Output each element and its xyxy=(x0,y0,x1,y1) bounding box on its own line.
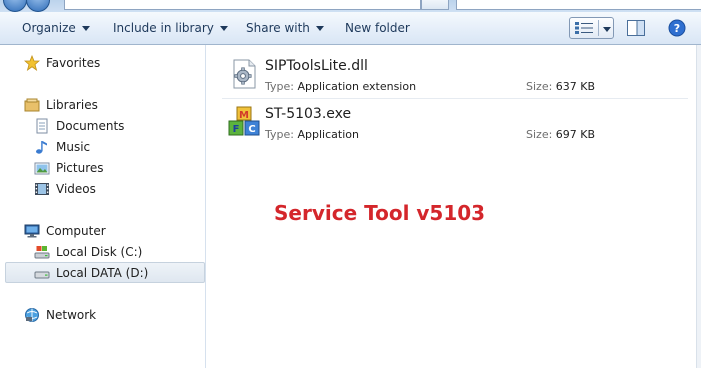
file-name: ST-5103.exe xyxy=(265,106,352,122)
document-icon xyxy=(36,118,48,134)
nav-label-pictures: Pictures xyxy=(56,161,104,175)
row-divider xyxy=(222,98,688,99)
file-row-st-5103-exe[interactable]: M F C ST-5103.exe Type: Application Size… xyxy=(222,102,688,144)
nav-label-computer: Computer xyxy=(46,224,106,238)
share-with-label: Share with xyxy=(246,21,310,35)
file-size: Size: 697 KB xyxy=(526,128,595,141)
nav-label-videos: Videos xyxy=(56,182,96,196)
address-bar-input[interactable] xyxy=(64,0,421,10)
computer-icon xyxy=(24,224,40,238)
file-size-key: Size: xyxy=(526,80,553,93)
address-bar-strip xyxy=(0,0,701,12)
file-size-value: 697 KB xyxy=(555,128,596,141)
new-folder-label: New folder xyxy=(345,21,410,35)
organize-label: Organize xyxy=(22,21,76,35)
details-view-icon xyxy=(575,22,593,34)
film-strip-icon xyxy=(35,183,49,195)
organize-button[interactable]: Organize xyxy=(22,20,90,37)
view-options-dropdown-icon[interactable] xyxy=(603,27,611,32)
file-type: Type: Application extension xyxy=(265,80,416,93)
file-type: Type: Application xyxy=(265,128,359,141)
nav-label-local-disk-c: Local Disk (C:) xyxy=(56,245,143,259)
svg-text:M: M xyxy=(239,110,249,121)
view-button-separator xyxy=(598,20,599,36)
file-size: Size: 637 KB xyxy=(526,80,595,93)
preview-pane-icon[interactable] xyxy=(627,20,645,36)
svg-text:?: ? xyxy=(674,22,680,35)
svg-text:C: C xyxy=(248,124,255,135)
nav-label-libraries: Libraries xyxy=(46,98,98,112)
system-drive-icon xyxy=(34,246,50,259)
vertical-scrollbar[interactable] xyxy=(696,45,701,368)
command-bar: Organize Include in library Share with N… xyxy=(0,12,701,45)
nav-label-favorites: Favorites xyxy=(46,56,101,70)
include-in-library-button[interactable]: Include in library xyxy=(113,20,228,37)
pictures-icon xyxy=(34,162,50,175)
file-type-value: Application extension xyxy=(297,80,417,93)
nav-label-local-data-d: Local DATA (D:) xyxy=(56,266,149,280)
mfc-blocks-icon: M F C xyxy=(228,106,260,136)
navigation-pane: Favorites Libraries Documents Music Pict… xyxy=(0,45,206,368)
dll-gear-icon xyxy=(233,59,256,89)
nav-label-music: Music xyxy=(56,140,91,154)
help-icon[interactable]: ? xyxy=(668,19,686,37)
chevron-down-icon xyxy=(219,26,228,31)
drive-icon xyxy=(34,271,50,279)
chevron-down-icon xyxy=(81,26,90,31)
search-input[interactable] xyxy=(456,0,701,10)
include-in-library-label: Include in library xyxy=(113,21,214,35)
address-dropdown-button[interactable] xyxy=(421,0,449,10)
change-view-button[interactable] xyxy=(569,17,614,39)
nav-label-documents: Documents xyxy=(56,119,125,133)
overlay-caption: Service Tool v5103 xyxy=(274,201,486,225)
file-size-key: Size: xyxy=(526,128,553,141)
music-icon xyxy=(36,141,47,154)
share-with-button[interactable]: Share with xyxy=(246,20,324,37)
back-button[interactable] xyxy=(3,0,27,12)
chevron-down-icon xyxy=(315,26,324,31)
star-icon xyxy=(24,55,40,71)
libraries-icon xyxy=(24,98,40,112)
file-type-key: Type: xyxy=(265,80,294,93)
network-icon xyxy=(25,308,39,322)
file-type-key: Type: xyxy=(265,128,294,141)
file-name: SIPToolsLite.dll xyxy=(265,58,368,74)
file-type-value: Application xyxy=(297,128,359,141)
file-row-siptoolslite-dll[interactable]: SIPToolsLite.dll Type: Application exten… xyxy=(222,54,688,96)
new-folder-button[interactable]: New folder xyxy=(345,20,410,37)
forward-button[interactable] xyxy=(26,0,50,12)
file-size-value: 637 KB xyxy=(555,80,596,93)
nav-label-network: Network xyxy=(46,308,97,322)
svg-text:F: F xyxy=(233,124,240,135)
